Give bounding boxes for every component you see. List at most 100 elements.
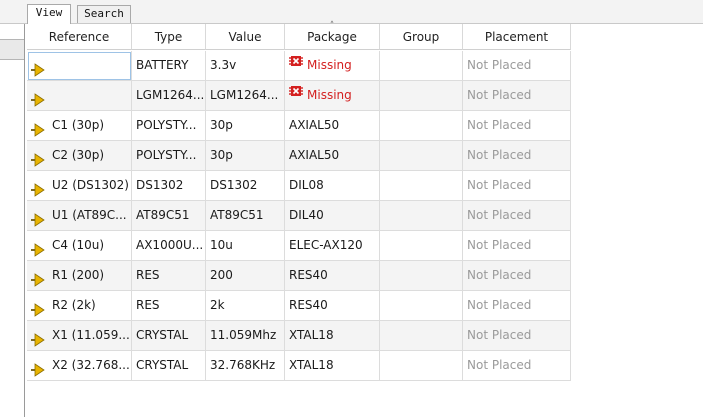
- cell-group[interactable]: [380, 81, 463, 111]
- cell-package[interactable]: AXIAL50: [285, 141, 380, 171]
- component-arrow-icon: [31, 359, 45, 377]
- cell-value[interactable]: 10u: [206, 231, 285, 261]
- table-row[interactable]: U2 (DS1302) DS1302 DS1302 DIL08 Not Placed: [27, 171, 571, 201]
- cell-value[interactable]: 3.3v: [206, 51, 285, 81]
- tab-view[interactable]: View: [27, 4, 71, 24]
- cell-reference[interactable]: X1 (11.059...: [27, 321, 132, 351]
- cell-group[interactable]: [380, 111, 463, 141]
- cell-placement[interactable]: Not Placed: [463, 321, 571, 351]
- cell-type[interactable]: CRYSTAL: [132, 321, 206, 351]
- cell-group[interactable]: [380, 51, 463, 81]
- cell-group[interactable]: [380, 291, 463, 321]
- table-row[interactable]: BATTERY 3.3v Missing Not Placed: [27, 51, 571, 81]
- left-panel-selected-item[interactable]: [0, 39, 24, 60]
- cell-value[interactable]: 30p: [206, 141, 285, 171]
- reference-text: U1 (AT89C...: [52, 208, 127, 222]
- tab-search[interactable]: Search: [77, 5, 131, 23]
- cell-value[interactable]: 11.059Mhz: [206, 321, 285, 351]
- cell-package[interactable]: XTAL18: [285, 321, 380, 351]
- type-text: CRYSTAL: [136, 358, 189, 372]
- cell-type[interactable]: CRYSTAL: [132, 351, 206, 381]
- cell-type[interactable]: DS1302: [132, 171, 206, 201]
- cell-group[interactable]: [380, 351, 463, 381]
- cell-package[interactable]: RES40: [285, 261, 380, 291]
- column-header-reference[interactable]: Reference: [27, 24, 132, 50]
- cell-value[interactable]: 30p: [206, 111, 285, 141]
- cell-value[interactable]: AT89C51: [206, 201, 285, 231]
- cell-type[interactable]: RES: [132, 291, 206, 321]
- cell-placement[interactable]: Not Placed: [463, 201, 571, 231]
- package-text: Missing: [307, 88, 352, 102]
- cell-placement[interactable]: Not Placed: [463, 351, 571, 381]
- placement-text: Not Placed: [467, 298, 532, 312]
- cell-value[interactable]: DS1302: [206, 171, 285, 201]
- column-header-package[interactable]: Package ˄: [285, 22, 380, 50]
- cell-reference[interactable]: X2 (32.768...: [27, 351, 132, 381]
- cell-type[interactable]: AX1000U...: [132, 231, 206, 261]
- cell-package[interactable]: AXIAL50: [285, 111, 380, 141]
- package-text: ELEC-AX120: [289, 238, 363, 252]
- cell-type[interactable]: POLYSTY...: [132, 141, 206, 171]
- column-header-label: Placement: [484, 30, 549, 44]
- cell-value[interactable]: 200: [206, 261, 285, 291]
- cell-package[interactable]: XTAL18: [285, 351, 380, 381]
- cell-group[interactable]: [380, 201, 463, 231]
- cell-value[interactable]: 32.768KHz: [206, 351, 285, 381]
- package-text: RES40: [289, 298, 328, 312]
- table-row[interactable]: C2 (30p) POLYSTY... 30p AXIAL50 Not Placed: [27, 141, 571, 171]
- cell-group[interactable]: [380, 321, 463, 351]
- cell-type[interactable]: AT89C51: [132, 201, 206, 231]
- table-row[interactable]: R2 (2k) RES 2k RES40 Not Placed: [27, 291, 571, 321]
- cell-type[interactable]: BATTERY: [132, 51, 206, 81]
- cell-reference[interactable]: [27, 81, 132, 111]
- cell-reference[interactable]: R1 (200): [27, 261, 132, 291]
- type-text: RES: [136, 298, 160, 312]
- table-row[interactable]: C1 (30p) POLYSTY... 30p AXIAL50 Not Placed: [27, 111, 571, 141]
- package-text: XTAL18: [289, 328, 334, 342]
- column-header-value[interactable]: Value: [206, 24, 285, 50]
- cell-package[interactable]: RES40: [285, 291, 380, 321]
- cell-value[interactable]: 2k: [206, 291, 285, 321]
- cell-reference[interactable]: U2 (DS1302): [27, 171, 132, 201]
- table-row[interactable]: X2 (32.768... CRYSTAL 32.768KHz XTAL18 Not P…: [27, 351, 571, 381]
- table-row[interactable]: C4 (10u) AX1000U... 10u ELEC-AX120 Not Place…: [27, 231, 571, 261]
- cell-group[interactable]: [380, 231, 463, 261]
- column-header-placement[interactable]: Placement: [463, 24, 571, 50]
- cell-type[interactable]: RES: [132, 261, 206, 291]
- cell-reference[interactable]: U1 (AT89C...: [27, 201, 132, 231]
- cell-placement[interactable]: Not Placed: [463, 261, 571, 291]
- column-header-type[interactable]: Type: [132, 24, 206, 50]
- column-header-group[interactable]: Group: [380, 24, 463, 50]
- cell-placement[interactable]: Not Placed: [463, 141, 571, 171]
- component-arrow-icon: [31, 209, 45, 227]
- type-text: AX1000U...: [136, 238, 204, 252]
- cell-placement[interactable]: Not Placed: [463, 231, 571, 261]
- cell-placement[interactable]: Not Placed: [463, 111, 571, 141]
- cell-placement[interactable]: Not Placed: [463, 171, 571, 201]
- cell-placement[interactable]: Not Placed: [463, 51, 571, 81]
- cell-reference[interactable]: C1 (30p): [27, 111, 132, 141]
- table-row[interactable]: X1 (11.059... CRYSTAL 11.059Mhz XTAL18 Not P…: [27, 321, 571, 351]
- table-row[interactable]: LGM1264... LGM1264... Missing Not Placed: [27, 81, 571, 111]
- cell-reference[interactable]: [27, 51, 132, 81]
- cell-value[interactable]: LGM1264...: [206, 81, 285, 111]
- cell-group[interactable]: [380, 171, 463, 201]
- cell-package[interactable]: ELEC-AX120: [285, 231, 380, 261]
- cell-reference[interactable]: R2 (2k): [27, 291, 132, 321]
- value-text: LGM1264...: [210, 88, 279, 102]
- table-row[interactable]: R1 (200) RES 200 RES40 Not Placed: [27, 261, 571, 291]
- cell-placement[interactable]: Not Placed: [463, 81, 571, 111]
- cell-package[interactable]: Missing: [285, 51, 380, 81]
- cell-reference[interactable]: C2 (30p): [27, 141, 132, 171]
- cell-package[interactable]: DIL40: [285, 201, 380, 231]
- cell-placement[interactable]: Not Placed: [463, 291, 571, 321]
- cell-group[interactable]: [380, 141, 463, 171]
- cell-package[interactable]: Missing: [285, 81, 380, 111]
- reference-text: X1 (11.059...: [52, 328, 130, 342]
- cell-reference[interactable]: C4 (10u): [27, 231, 132, 261]
- table-row[interactable]: U1 (AT89C... AT89C51 AT89C51 DIL40 Not Place…: [27, 201, 571, 231]
- cell-package[interactable]: DIL08: [285, 171, 380, 201]
- cell-group[interactable]: [380, 261, 463, 291]
- cell-type[interactable]: LGM1264...: [132, 81, 206, 111]
- cell-type[interactable]: POLYSTY...: [132, 111, 206, 141]
